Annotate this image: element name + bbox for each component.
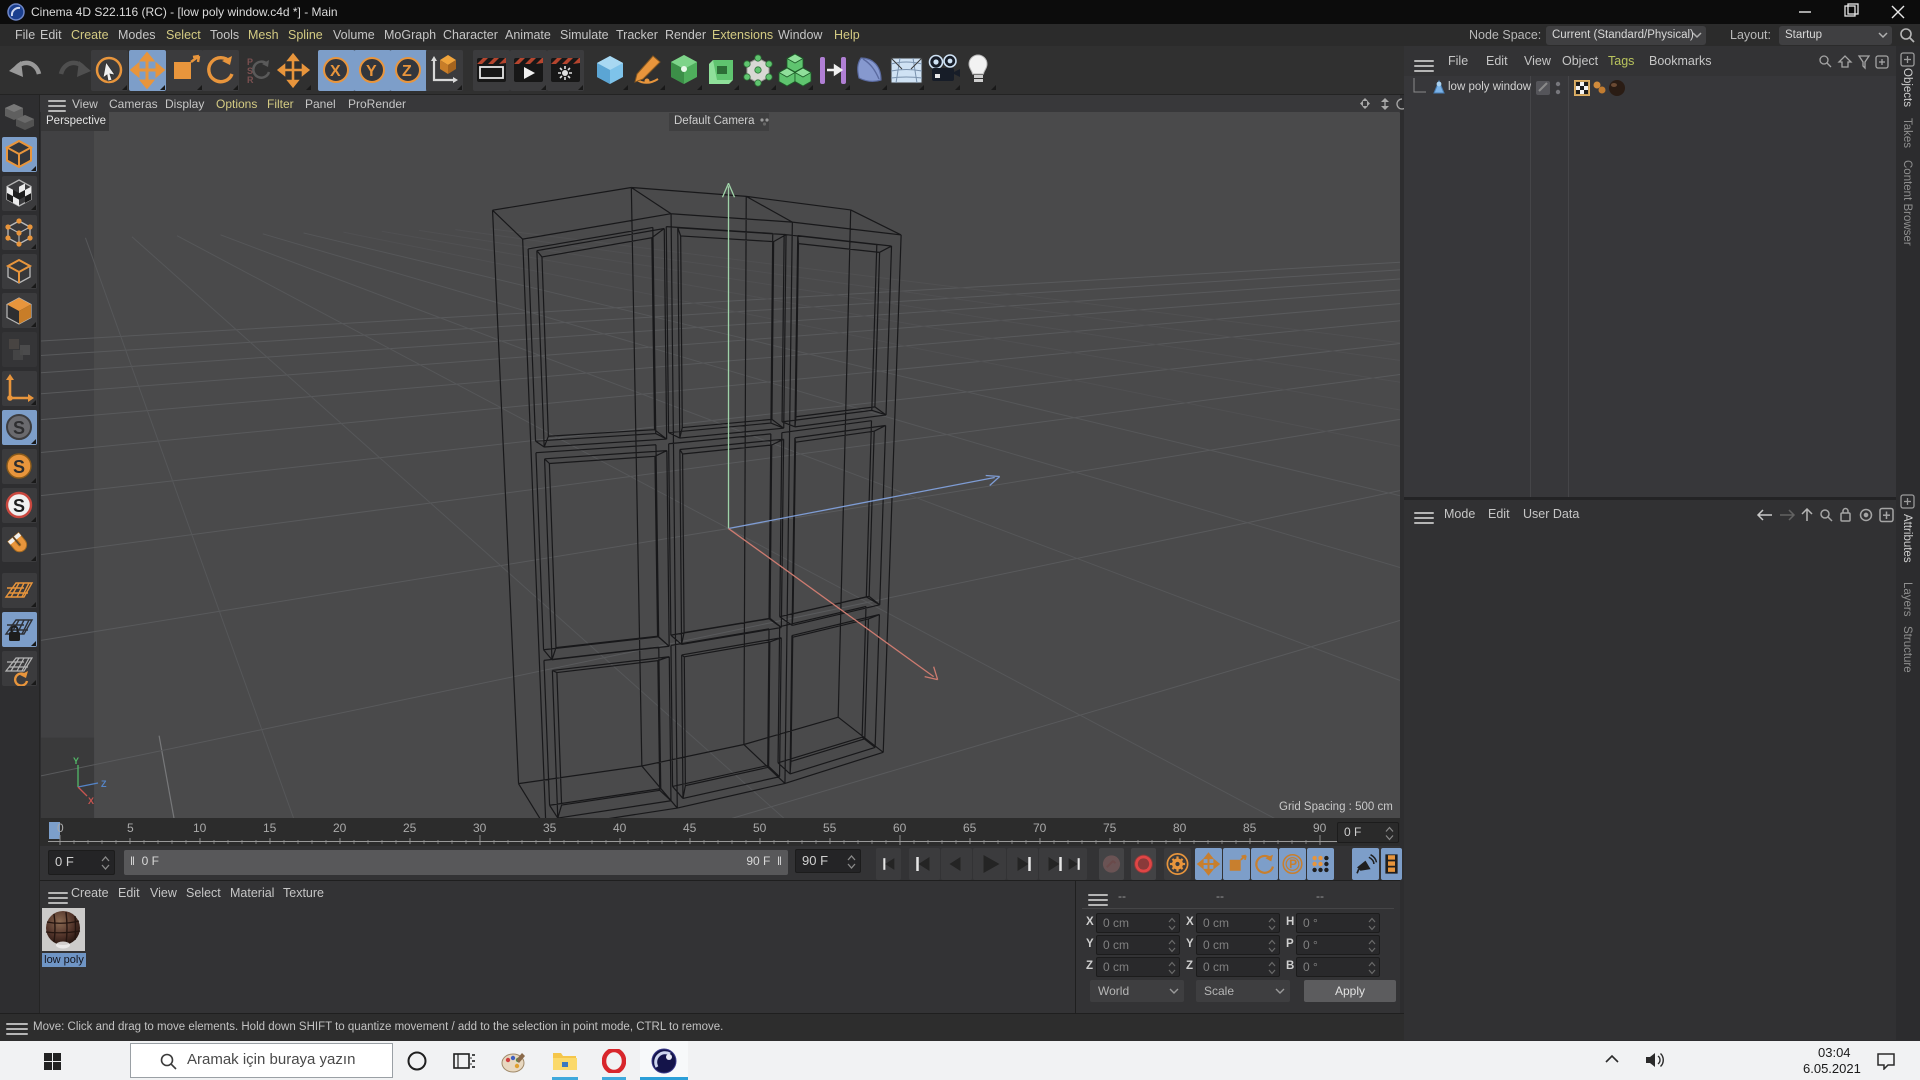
svg-text:30: 30	[473, 821, 487, 835]
svg-text:25: 25	[403, 821, 417, 835]
svg-text:10: 10	[193, 821, 207, 835]
svg-text:80: 80	[1173, 821, 1187, 835]
svg-text:90: 90	[1313, 821, 1327, 835]
svg-text:45: 45	[683, 821, 697, 835]
svg-text:S: S	[13, 457, 25, 477]
svg-text:15: 15	[263, 821, 277, 835]
svg-text:55: 55	[823, 821, 837, 835]
svg-text:35: 35	[543, 821, 557, 835]
svg-text:75: 75	[1103, 821, 1117, 835]
svg-text:P: P	[1289, 857, 1297, 871]
svg-text:50: 50	[753, 821, 767, 835]
svg-text:Z: Z	[101, 779, 107, 789]
svg-text:65: 65	[963, 821, 977, 835]
svg-text:40: 40	[613, 821, 627, 835]
svg-text:Y: Y	[366, 63, 377, 80]
svg-text:Y: Y	[73, 756, 79, 766]
svg-text:5: 5	[127, 821, 134, 835]
svg-text:20: 20	[333, 821, 347, 835]
svg-text:Z: Z	[402, 63, 412, 80]
svg-text:0: 0	[57, 821, 64, 835]
svg-text:85: 85	[1243, 821, 1257, 835]
svg-text:S: S	[13, 418, 25, 438]
svg-text:X: X	[88, 796, 94, 805]
svg-text:70: 70	[1033, 821, 1047, 835]
svg-text:R: R	[247, 75, 254, 85]
svg-text:60: 60	[893, 821, 907, 835]
svg-text:X: X	[330, 63, 341, 80]
svg-text:S: S	[13, 496, 25, 516]
